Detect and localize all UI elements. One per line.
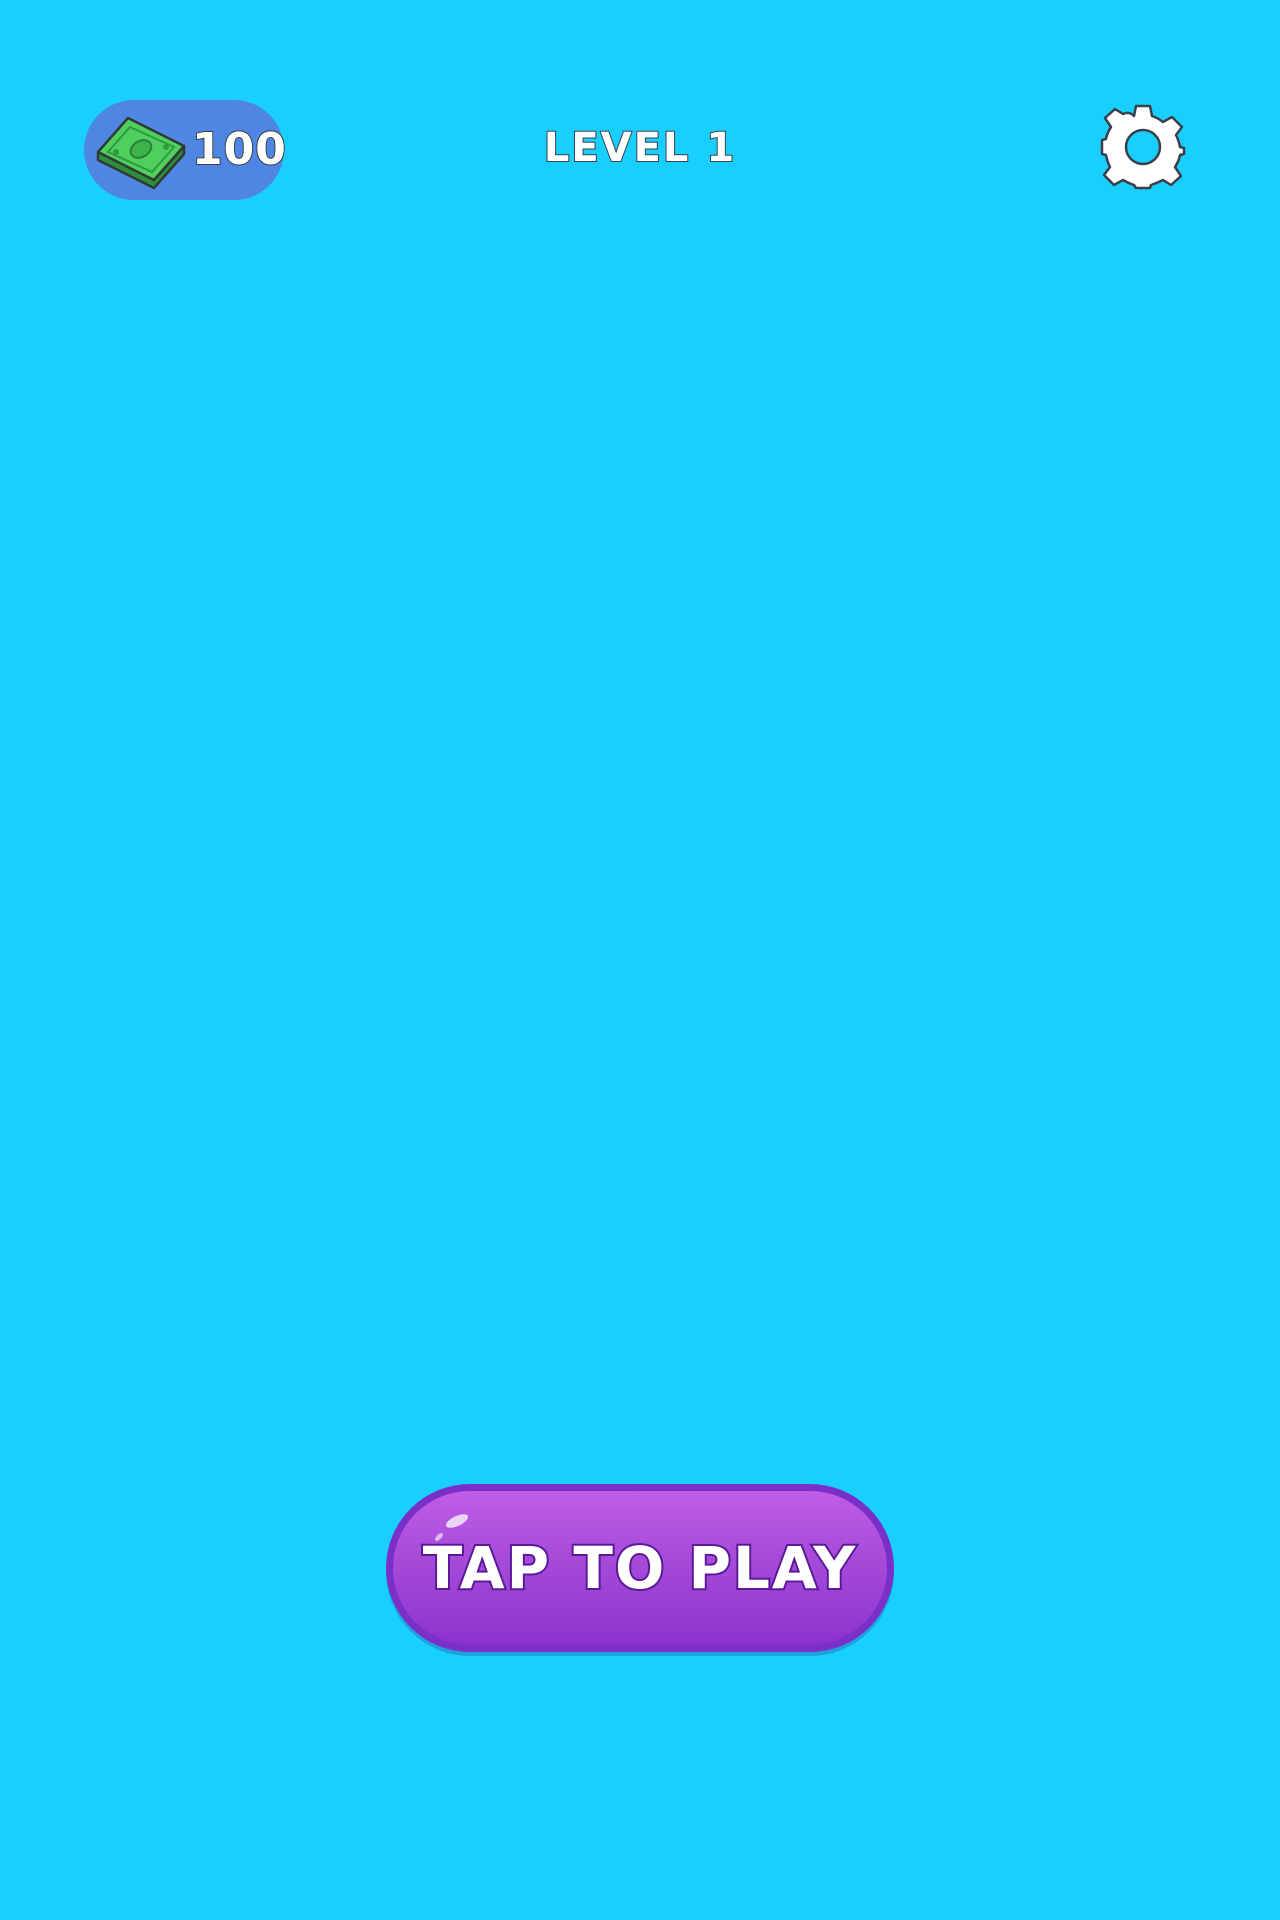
gear-icon [1100, 104, 1186, 190]
tap-to-play-button[interactable]: TAP TO PLAY [386, 1484, 894, 1652]
cash-stack-icon [92, 110, 188, 190]
play-button-label: TAP TO PLAY [421, 1532, 858, 1604]
currency-counter: 100 [84, 100, 287, 200]
game-screen: 100 LEVEL 1 TAP TO PLAY [0, 0, 1280, 1920]
settings-button[interactable] [1098, 102, 1188, 192]
currency-amount: 100 [191, 123, 287, 176]
level-title: LEVEL 1 [543, 124, 737, 172]
play-area[interactable] [0, 220, 1280, 1450]
